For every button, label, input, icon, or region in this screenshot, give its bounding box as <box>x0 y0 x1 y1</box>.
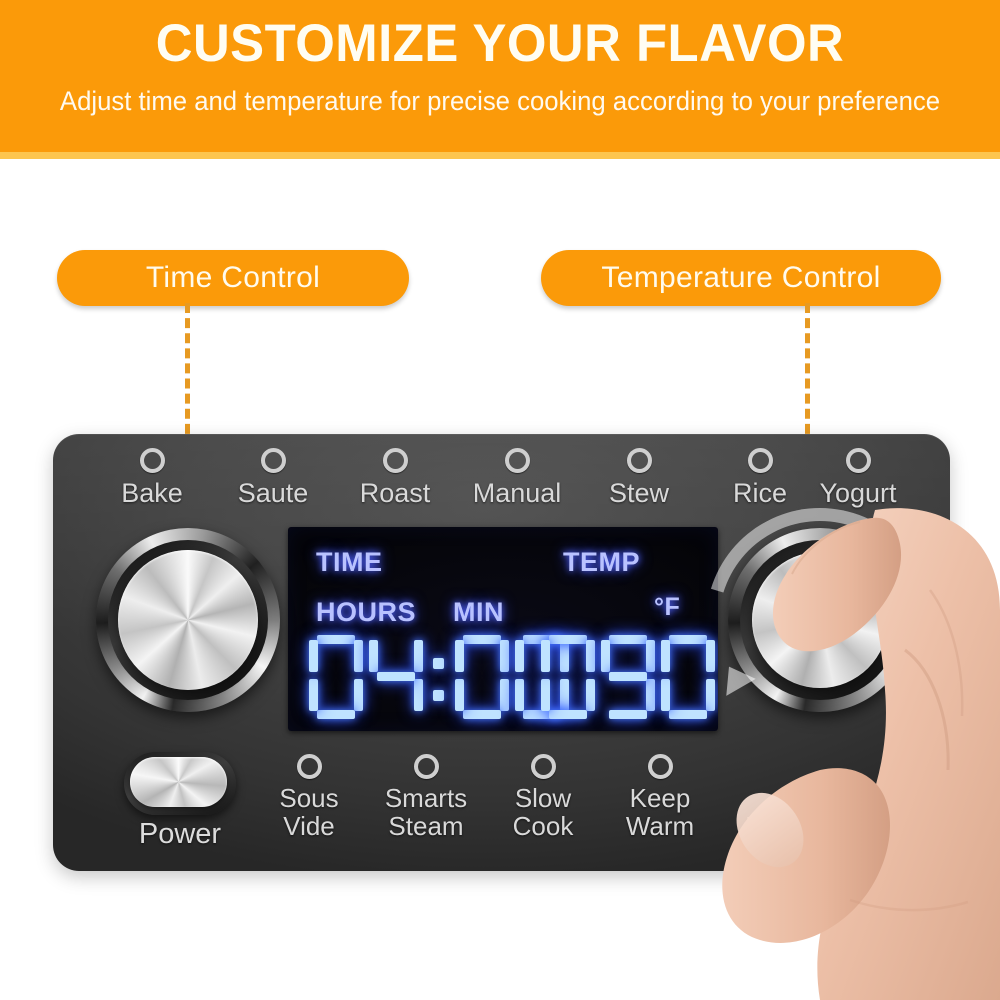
indicator-ring-icon <box>504 448 530 473</box>
indicator-ring-icon <box>413 754 439 779</box>
mode-button-sous-vide[interactable]: Sous Vide <box>249 754 369 841</box>
mode-label: Stew <box>608 478 670 508</box>
mode-label: Yogurt <box>819 478 897 508</box>
mode-label: Sous Vide <box>279 783 339 841</box>
lcd-temp-label: TEMP <box>563 547 641 577</box>
mode-button-saute[interactable]: Saute <box>203 448 343 508</box>
indicator-ring-icon <box>296 754 322 779</box>
mode-button-manual[interactable]: Manual <box>447 448 587 508</box>
lcd-time-value <box>308 635 574 719</box>
lcd-colon <box>428 635 450 719</box>
indicator-ring-icon <box>626 448 652 473</box>
lcd-digit <box>660 635 716 719</box>
knob-cap <box>118 550 258 690</box>
lcd-digit <box>368 635 424 719</box>
callout-temperature-control-label: Temperature Control <box>601 261 881 294</box>
indicator-ring-icon <box>747 448 773 473</box>
lcd-digit <box>308 635 364 719</box>
lcd-unit-label: °F <box>654 593 681 621</box>
callout-time-control: Time Control <box>57 250 409 306</box>
power-button-face <box>130 757 227 807</box>
mode-label: Smarts Steam <box>384 783 468 841</box>
indicator-ring-icon <box>845 448 871 473</box>
power-button[interactable] <box>124 752 236 815</box>
lcd-hours-label: HOURS <box>316 597 417 627</box>
indicator-ring-icon <box>647 754 673 779</box>
indicator-ring-icon <box>530 754 556 779</box>
power-button-label: Power <box>138 818 222 850</box>
screenshot-root: CUSTOMIZE YOUR FLAVOR Adjust time and te… <box>0 0 1000 1000</box>
mode-button-stew[interactable]: Stew <box>569 448 709 508</box>
header-banner: CUSTOMIZE YOUR FLAVOR Adjust time and te… <box>0 0 1000 152</box>
mode-button-smarts-steam[interactable]: Smarts Steam <box>366 754 486 841</box>
callout-temperature-control: Temperature Control <box>541 250 941 306</box>
mode-label: Roast <box>359 478 431 508</box>
mode-button-yogurt[interactable]: Yogurt <box>788 448 928 508</box>
banner-subtitle: Adjust time and temperature for precise … <box>59 86 941 116</box>
lcd-temp-value <box>540 635 718 719</box>
lcd-digit <box>454 635 510 719</box>
lcd-min-label: MIN <box>453 597 504 627</box>
banner-underline <box>0 152 1000 159</box>
callout-time-control-label: Time Control <box>145 261 321 294</box>
time-control-knob[interactable] <box>96 528 280 712</box>
lcd-digit <box>540 635 596 719</box>
indicator-ring-icon <box>260 448 286 473</box>
mode-label: Slow Cook <box>512 783 574 841</box>
mode-label: Saute <box>237 478 309 508</box>
mode-label: Bake <box>121 478 183 508</box>
indicator-ring-icon <box>382 448 408 473</box>
mode-button-bake[interactable]: Bake <box>82 448 222 508</box>
mode-button-roast[interactable]: Roast <box>325 448 465 508</box>
indicator-ring-icon <box>139 448 165 473</box>
lcd-display: TIME TEMP HOURS MIN °F <box>288 527 718 731</box>
lcd-digit <box>600 635 656 719</box>
mode-button-keep-warm[interactable]: Keep Warm <box>600 754 720 841</box>
mode-label: Manual <box>472 478 562 508</box>
mode-label: Keep Warm <box>625 783 695 841</box>
banner-title: CUSTOMIZE YOUR FLAVOR <box>155 14 845 73</box>
mode-button-slow-cook[interactable]: Slow Cook <box>483 754 603 841</box>
lcd-time-label: TIME <box>316 547 383 577</box>
mode-label-occluded: Du <box>745 812 783 844</box>
